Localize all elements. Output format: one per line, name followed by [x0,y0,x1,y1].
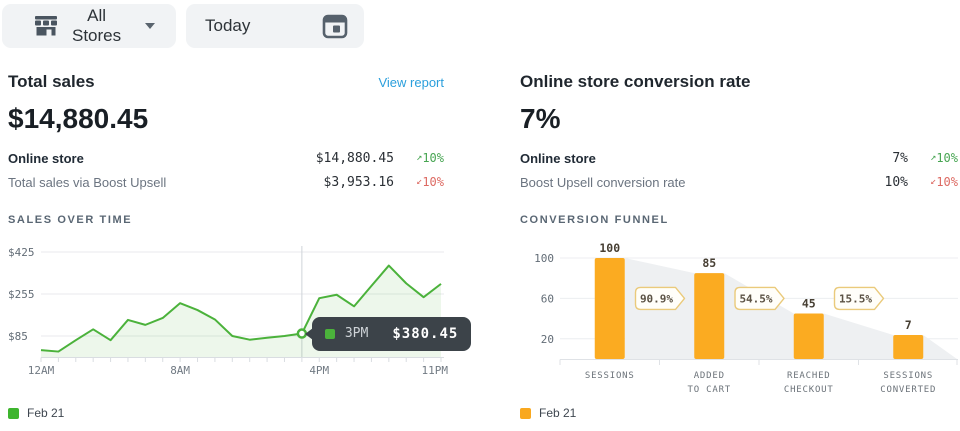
metric-value: 10% [685,175,918,190]
svg-text:20: 20 [541,333,554,346]
conversion-rate-value: 7% [520,102,958,136]
total-sales-panel: Total sales View report $14,880.45 Onlin… [8,72,444,420]
sales-line-chart-svg[interactable]: $85$255$42512AM8AM4PM11PM [8,238,444,390]
metric-label: Total sales via Boost Upsell [8,175,166,190]
tooltip-time: 3PM [345,326,368,341]
trend-up-icon: ↗ [930,152,936,163]
conversion-funnel-chart[interactable]: 20 60 100 100 85 45 7 90.9% 54.5% 15.5% SESSIONS AD… [520,238,958,400]
delta-badge: ↙10% [404,175,444,189]
store-selector-label: All Stores [72,6,121,46]
calendar-icon [320,11,350,41]
svg-text:$425: $425 [8,246,35,259]
delta-badge: ↙10% [918,175,958,189]
legend-label: Feb 21 [27,406,64,420]
chevron-down-icon [145,23,155,29]
svg-text:CHECKOUT: CHECKOUT [784,385,834,395]
date-selector-label: Today [205,16,250,36]
metric-value: $3,953.16 [166,175,404,190]
legend-label: Feb 21 [539,406,576,420]
svg-text:8AM: 8AM [170,364,190,377]
svg-text:SESSIONS: SESSIONS [585,371,635,381]
metric-row-boost-upsell: Total sales via Boost Upsell $3,953.16 ↙… [8,170,444,194]
conversion-funnel-header: CONVERSION FUNNEL [520,214,958,228]
date-selector-button[interactable]: Today [186,4,364,48]
metric-label: Boost Upsell conversion rate [520,175,685,190]
metric-label: Online store [520,151,596,166]
svg-text:SESSIONS: SESSIONS [883,371,933,381]
svg-text:45: 45 [802,297,816,311]
svg-text:54.5%: 54.5% [739,292,772,305]
svg-text:100: 100 [599,241,620,255]
svg-text:60: 60 [541,292,554,305]
metric-row-online-store: Online store $14,880.45 ↗10% [8,146,444,170]
store-icon [32,13,60,39]
svg-text:7: 7 [905,318,912,332]
tooltip-value: $380.45 [392,326,458,342]
svg-text:12AM: 12AM [28,364,55,377]
series-swatch [325,329,335,339]
svg-text:11PM: 11PM [422,364,449,377]
metric-label: Online store [8,151,84,166]
legend-swatch [520,408,531,419]
total-sales-title: Total sales [8,72,95,92]
sales-over-time-header: SALES OVER TIME [8,214,444,228]
sales-over-time-chart[interactable]: $85$255$42512AM8AM4PM11PM 3PM $380.45 [8,238,444,390]
conversion-rate-title: Online store conversion rate [520,72,751,92]
metric-value: $14,880.45 [84,151,404,166]
metric-row-online-store-rate: Online store 7% ↗10% [520,146,958,170]
trend-up-icon: ↗ [416,152,422,163]
svg-text:15.5%: 15.5% [839,292,872,305]
legend-swatch [8,408,19,419]
view-report-link[interactable]: View report [378,75,444,90]
metric-value: 7% [596,151,918,166]
metric-row-boost-upsell-rate: Boost Upsell conversion rate 10% ↙10% [520,170,958,194]
svg-text:85: 85 [702,256,716,270]
conversion-metrics: Online store 7% ↗10% Boost Upsell conver… [520,146,958,194]
svg-text:CONVERTED: CONVERTED [880,385,936,395]
svg-text:REACHED: REACHED [787,371,831,381]
topbar: All Stores Today [2,4,364,48]
trend-down-icon: ↙ [930,176,936,187]
svg-text:$255: $255 [8,288,35,301]
svg-text:100: 100 [534,252,554,265]
trend-down-icon: ↙ [416,176,422,187]
chart-tooltip: 3PM $380.45 [312,317,472,351]
svg-text:4PM: 4PM [309,364,329,377]
svg-text:$85: $85 [8,330,28,343]
svg-text:ADDED: ADDED [694,371,725,381]
delta-badge: ↗10% [918,151,958,165]
sales-legend: Feb 21 [8,406,444,420]
store-selector-button[interactable]: All Stores [2,4,176,48]
funnel-bar-chart-svg[interactable]: 20 60 100 100 85 45 7 90.9% 54.5% 15.5% SESSIONS AD… [520,238,958,400]
funnel-legend: Feb 21 [520,406,958,420]
svg-text:TO CART: TO CART [687,385,731,395]
delta-badge: ↗10% [404,151,444,165]
svg-text:90.9%: 90.9% [640,292,673,305]
total-sales-value: $14,880.45 [8,102,444,136]
total-sales-metrics: Online store $14,880.45 ↗10% Total sales… [8,146,444,194]
conversion-rate-panel: Online store conversion rate 7% Online s… [520,72,958,420]
